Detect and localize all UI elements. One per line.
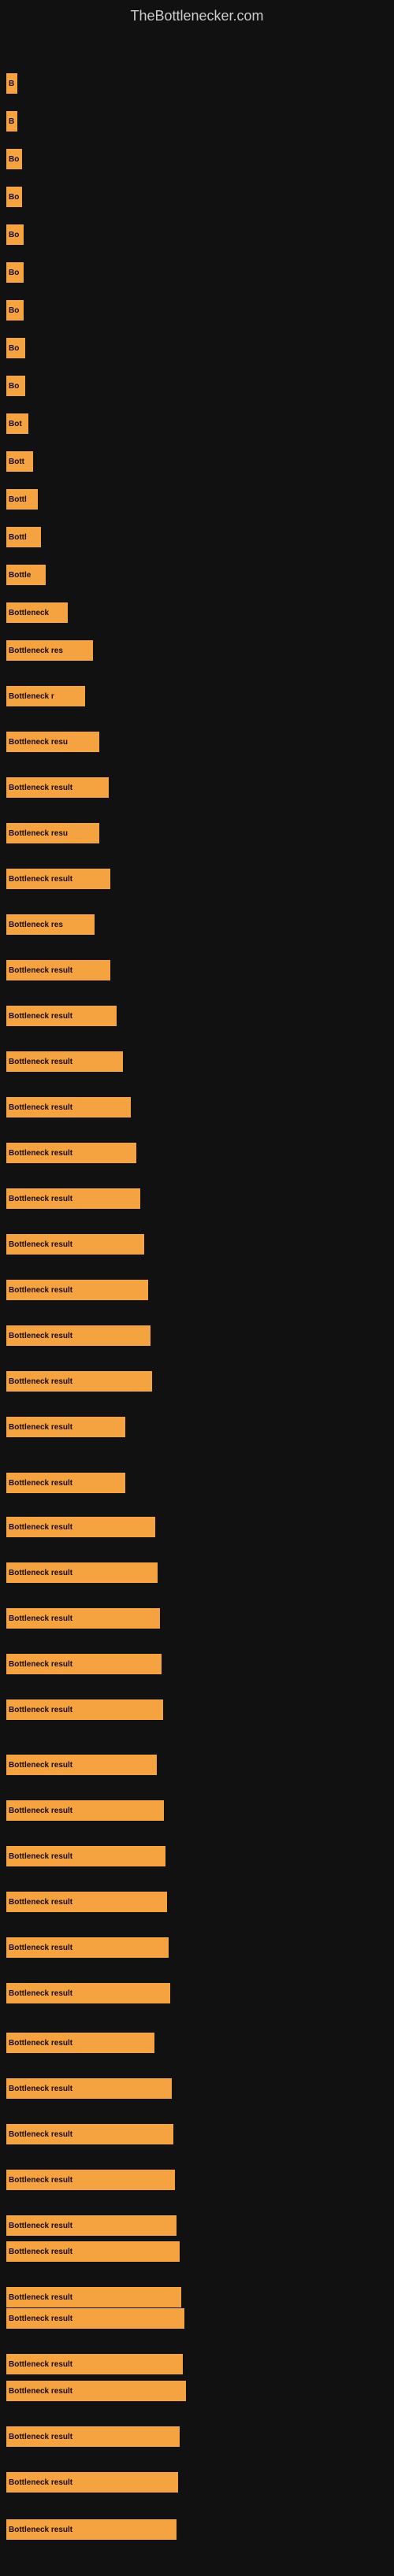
bar-row: Bottl: [6, 489, 38, 510]
bar-row: Bottleneck result: [6, 1892, 167, 1912]
bar-row: Bottleneck r: [6, 686, 85, 706]
bar-row: Bo: [6, 338, 25, 358]
bar-row: Bottleneck result: [6, 1417, 125, 1437]
bar-row: Bottleneck result: [6, 1699, 163, 1720]
bar-row: Bottleneck result: [6, 1097, 131, 1118]
bar-row: Bottl: [6, 527, 41, 547]
bar-row: Bottleneck result: [6, 2308, 184, 2329]
bar-row: Bottleneck result: [6, 1517, 155, 1537]
bar-row: Bottleneck result: [6, 1654, 162, 1674]
bar-row: Bo: [6, 224, 24, 245]
bar-row: Bottleneck result: [6, 1608, 160, 1629]
bar-row: Bott: [6, 451, 33, 472]
bar-row: Bottleneck res: [6, 914, 95, 935]
bar-row: Bottleneck result: [6, 1143, 136, 1163]
bar-row: Bottleneck result: [6, 2354, 183, 2374]
bar-row: Bottleneck result: [6, 2519, 177, 2540]
bar-row: Bo: [6, 300, 24, 321]
bar-row: Bottleneck result: [6, 777, 109, 798]
bar-row: Bottleneck resu: [6, 732, 99, 752]
bar-row: Bottleneck resu: [6, 823, 99, 843]
bar-row: Bo: [6, 376, 25, 396]
bar-row: Bottleneck result: [6, 1051, 123, 1072]
bar-row: Bottleneck result: [6, 960, 110, 980]
bars-container: BB Bo Bo Bo Bo Bo Bo Bo Bot Bott Bottl Bottl Bottle B…: [0, 40, 394, 2576]
bar-row: Bottleneck result: [6, 2078, 172, 2099]
bar-row: Bottleneck result: [6, 1188, 140, 1209]
bar-row: Bottleneck result: [6, 2170, 175, 2190]
bar-row: Bottleneck result: [6, 1937, 169, 1958]
bar-row: Bottleneck result: [6, 1473, 125, 1493]
bar-row: Bottleneck result: [6, 1234, 144, 1255]
bar-row: Bottleneck result: [6, 1325, 151, 1346]
bar-row: Bottleneck result: [6, 2287, 181, 2307]
bar-row: Bottleneck result: [6, 2124, 173, 2144]
bar-row: B: [6, 111, 17, 132]
bar-row: Bottleneck result: [6, 1006, 117, 1026]
bar-row: Bottleneck result: [6, 2033, 154, 2053]
bar-row: Bo: [6, 262, 24, 283]
bar-row: Bottleneck result: [6, 1755, 157, 1775]
bar-row: Bot: [6, 413, 28, 434]
bar-row: Bottleneck result: [6, 2215, 177, 2236]
bar-row: Bottleneck result: [6, 2241, 180, 2262]
bar-row: Bottle: [6, 565, 46, 585]
bar-row: Bottleneck result: [6, 2426, 180, 2447]
bar-row: B: [6, 73, 17, 94]
bar-row: Bottleneck result: [6, 1983, 170, 2003]
bar-row: Bottleneck result: [6, 1800, 164, 1821]
bar-row: Bottleneck result: [6, 1846, 165, 1866]
bar-row: Bottleneck res: [6, 640, 93, 661]
bar-row: Bottleneck result: [6, 2381, 186, 2401]
bar-row: Bottleneck result: [6, 869, 110, 889]
site-title: TheBottlenecker.com: [0, 0, 394, 40]
bar-row: Bottleneck result: [6, 1371, 152, 1392]
bar-row: Bo: [6, 187, 22, 207]
bar-row: Bottleneck result: [6, 1562, 158, 1583]
bar-row: Bottleneck result: [6, 1280, 148, 1300]
bar-row: Bottleneck: [6, 602, 68, 623]
bar-row: Bottleneck result: [6, 2472, 178, 2493]
bar-row: Bo: [6, 149, 22, 169]
